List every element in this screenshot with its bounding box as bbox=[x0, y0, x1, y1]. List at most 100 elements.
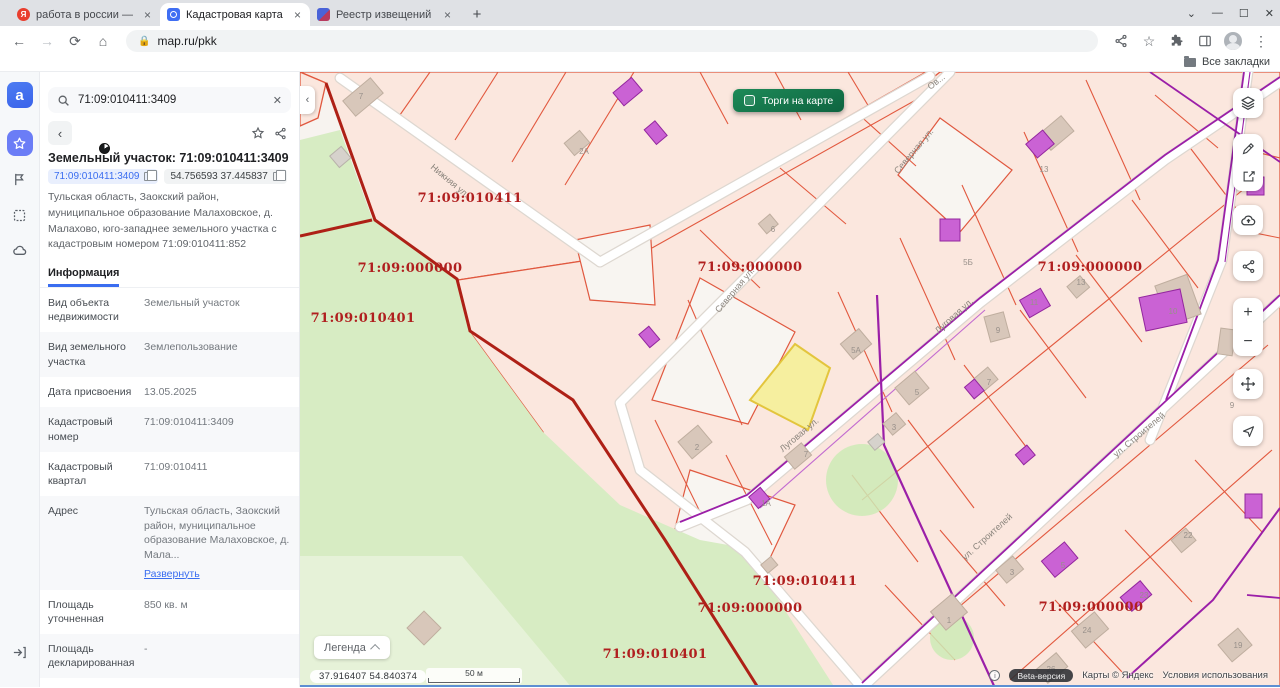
select-area-icon[interactable] bbox=[7, 202, 33, 228]
expand-link[interactable]: Развернуть bbox=[144, 567, 200, 582]
tab-yandex-search[interactable]: Я работа в россии — Яндекс × bbox=[10, 3, 160, 26]
favorite-star-icon[interactable] bbox=[247, 122, 269, 144]
region-flag-icon[interactable] bbox=[7, 166, 33, 192]
svg-text:13: 13 bbox=[1040, 165, 1049, 174]
info-table: Вид объекта недвижимостиЗемельный участо… bbox=[40, 288, 299, 687]
browser-toolbar: ← → ⟳ ⌂ 🔒 map.ru/pkk ☆ ⋮ bbox=[0, 26, 1280, 56]
svg-text:71:09:010401: 71:09:010401 bbox=[311, 311, 416, 326]
zoom-out-button[interactable]: − bbox=[1233, 327, 1263, 356]
new-tab-button[interactable]: + bbox=[466, 3, 488, 25]
nspd-favicon bbox=[167, 8, 180, 21]
bookmark-star-icon[interactable]: ☆ bbox=[1136, 28, 1162, 54]
forward-icon[interactable]: → bbox=[34, 28, 60, 54]
kebab-menu-icon[interactable]: ⋮ bbox=[1248, 28, 1274, 54]
upload-cloud-button[interactable] bbox=[1233, 205, 1263, 235]
parcel-description: Тульская область, Заокский район, муници… bbox=[48, 190, 291, 253]
reload-icon[interactable]: ⟳ bbox=[62, 28, 88, 54]
cadastral-map-canvas[interactable]: Нижняя ул. Северная ул. Северная ул. Луг… bbox=[300, 72, 1280, 687]
svg-text:3: 3 bbox=[1010, 568, 1015, 577]
svg-text:1: 1 bbox=[947, 616, 952, 625]
table-row: Кадастровый номер71:09:010411:3409 bbox=[40, 407, 299, 451]
search-box[interactable]: ✕ bbox=[48, 87, 291, 113]
table-row: Площадь- bbox=[40, 678, 299, 687]
registry-favicon bbox=[317, 8, 330, 21]
home-icon[interactable]: ⌂ bbox=[90, 28, 116, 54]
collapse-sidebar-button[interactable]: ‹ bbox=[300, 86, 315, 114]
info-panel: ✕ ‹ Земельный участок: 71:09:010411:3409… bbox=[40, 72, 300, 687]
copy-icon[interactable] bbox=[144, 172, 152, 181]
svg-text:6: 6 bbox=[771, 225, 776, 234]
profile-avatar[interactable] bbox=[1220, 28, 1246, 54]
yandex-favicon: Я bbox=[17, 8, 30, 21]
svg-text:9: 9 bbox=[996, 326, 1001, 335]
app-logo[interactable]: a bbox=[7, 82, 33, 108]
copy-icon[interactable] bbox=[273, 172, 281, 181]
measure-ruler-button[interactable] bbox=[1233, 134, 1263, 163]
svg-text:2А: 2А bbox=[579, 147, 589, 156]
extensions-icon[interactable] bbox=[1164, 28, 1190, 54]
minimize-button[interactable]: — bbox=[1212, 7, 1223, 19]
svg-text:5: 5 bbox=[915, 388, 920, 397]
favorites-star-icon[interactable] bbox=[7, 130, 33, 156]
locate-button[interactable] bbox=[1233, 416, 1263, 446]
login-exit-icon[interactable] bbox=[7, 639, 33, 665]
svg-text:71:09:000000: 71:09:000000 bbox=[698, 260, 803, 275]
parcel-title: Земельный участок: 71:09:010411:3409 bbox=[48, 151, 291, 165]
search-input[interactable] bbox=[78, 94, 265, 106]
svg-text:71:09:000000: 71:09:000000 bbox=[1039, 600, 1144, 615]
info-icon[interactable]: i bbox=[989, 670, 1000, 681]
svg-text:71:09:000000: 71:09:000000 bbox=[1038, 260, 1143, 275]
all-bookmarks-label: Все закладки bbox=[1202, 56, 1270, 68]
svg-text:11: 11 bbox=[1030, 298, 1039, 307]
svg-text:5Б: 5Б bbox=[963, 258, 973, 267]
browser-tabstrip: Я работа в россии — Яндекс × Кадастровая… bbox=[0, 0, 1280, 26]
pan-mode-button[interactable] bbox=[1233, 369, 1263, 399]
share-object-icon[interactable] bbox=[269, 122, 291, 144]
legend-button[interactable]: Легенда bbox=[314, 636, 390, 659]
zoom-in-button[interactable]: + bbox=[1233, 298, 1263, 327]
mouse-cursor bbox=[99, 143, 110, 154]
svg-text:9: 9 bbox=[1230, 401, 1235, 410]
side-panel-icon[interactable] bbox=[1192, 28, 1218, 54]
all-bookmarks-button[interactable]: Все закладки bbox=[1184, 56, 1270, 68]
torgi-checkbox[interactable] bbox=[744, 95, 755, 106]
tab-close-icon[interactable]: × bbox=[142, 9, 153, 21]
svg-text:22: 22 bbox=[1184, 531, 1193, 540]
share-map-button[interactable] bbox=[1233, 251, 1263, 281]
coordinates-chip[interactable]: 54.756593 37.445837 bbox=[164, 169, 286, 184]
back-icon[interactable]: ← bbox=[6, 28, 32, 54]
tab-cadastral-map[interactable]: Кадастровая карта России × bbox=[160, 3, 310, 26]
terms-link[interactable]: Условия использования bbox=[1163, 670, 1268, 681]
edit-button[interactable] bbox=[1233, 163, 1263, 192]
table-row: Площадь уточненная850 кв. м bbox=[40, 590, 299, 634]
back-button[interactable]: ‹ bbox=[48, 121, 72, 145]
url-bar[interactable]: 🔒 map.ru/pkk bbox=[126, 30, 1098, 52]
layers-button[interactable] bbox=[1233, 88, 1263, 118]
svg-text:24: 24 bbox=[1083, 626, 1092, 635]
maximize-button[interactable]: ☐ bbox=[1239, 7, 1249, 20]
table-row: Дата присвоения13.05.2025 bbox=[40, 377, 299, 408]
share-icon[interactable] bbox=[1108, 28, 1134, 54]
tab-title: Реестр извещений bbox=[336, 9, 436, 21]
close-button[interactable]: ✕ bbox=[1265, 7, 1274, 20]
cadastral-number-chip[interactable]: 71:09:010411:3409 bbox=[48, 169, 158, 184]
svg-text:5А: 5А bbox=[851, 346, 861, 355]
cloud-icon[interactable] bbox=[7, 238, 33, 264]
browser-menu-chevron[interactable]: ⌄ bbox=[1187, 7, 1196, 20]
cursor-coordinates: 37.916407 54.840374 bbox=[310, 670, 426, 683]
tab-title: Кадастровая карта России bbox=[186, 9, 286, 21]
svg-text:13: 13 bbox=[1077, 278, 1086, 287]
map-attribution: i Beta-версия Карты © Яндекс Условия исп… bbox=[989, 669, 1268, 682]
tab-close-icon[interactable]: × bbox=[292, 9, 303, 21]
svg-text:71:09:010401: 71:09:010401 bbox=[603, 647, 708, 662]
torgi-toggle-button[interactable]: Торги на карте bbox=[733, 89, 844, 112]
svg-text:71:09:010411: 71:09:010411 bbox=[418, 191, 523, 206]
clear-search-icon[interactable]: ✕ bbox=[273, 94, 282, 107]
table-row: Кадастровый квартал71:09:010411 bbox=[40, 452, 299, 496]
app-rail: a bbox=[0, 72, 40, 687]
tab-information[interactable]: Информация bbox=[48, 267, 119, 287]
tab-close-icon[interactable]: × bbox=[442, 9, 453, 21]
svg-text:23: 23 bbox=[1140, 591, 1149, 600]
tab-registry[interactable]: Реестр извещений × bbox=[310, 3, 460, 26]
svg-text:2: 2 bbox=[695, 443, 700, 452]
